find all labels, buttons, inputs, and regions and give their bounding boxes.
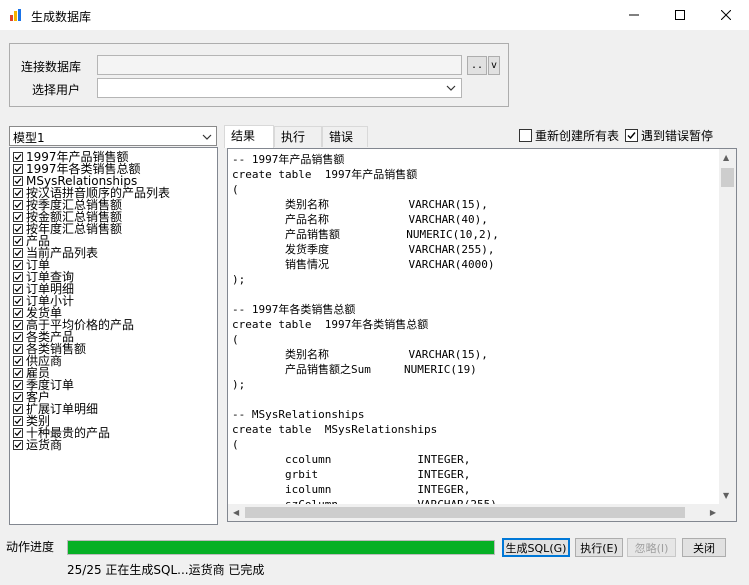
table-checkbox[interactable] xyxy=(13,260,23,270)
table-checkbox[interactable] xyxy=(13,188,23,198)
table-checkbox[interactable] xyxy=(13,356,23,366)
select-user-combo[interactable] xyxy=(97,78,462,98)
stop-on-error-label: 遇到错误暂停 xyxy=(641,129,714,143)
table-checkbox[interactable] xyxy=(13,416,23,426)
table-checkbox[interactable] xyxy=(13,164,23,174)
scroll-down-icon[interactable]: ▼ xyxy=(723,491,729,500)
checkmark-icon xyxy=(14,358,22,365)
vertical-scroll-thumb[interactable] xyxy=(721,168,734,187)
table-name-label: 运货商 xyxy=(26,438,63,452)
checkmark-icon xyxy=(14,334,22,341)
tab-result[interactable]: 结果 xyxy=(224,125,274,148)
table-checkbox[interactable] xyxy=(13,152,23,162)
checkmark-icon xyxy=(14,382,22,389)
close-icon[interactable] xyxy=(703,0,749,30)
checkmark-icon xyxy=(14,226,22,233)
checkmark-icon xyxy=(14,442,22,449)
model-select-value: 模型1 xyxy=(13,131,45,145)
checkmark-icon xyxy=(14,250,22,257)
sql-output-pane[interactable]: -- 1997年产品销售额 create table 1997年产品销售额 ( … xyxy=(227,148,737,522)
chevron-down-icon xyxy=(202,134,212,140)
bar-chart-app-icon xyxy=(9,8,23,22)
checkmark-icon xyxy=(14,394,22,401)
table-list-item[interactable]: 运货商 xyxy=(13,439,62,451)
checkmark-icon xyxy=(14,286,22,293)
connection-dropdown-button[interactable]: v xyxy=(488,56,500,75)
recreate-all-tables-checkbox[interactable] xyxy=(519,129,532,142)
table-checklist[interactable]: 1997年产品销售额 1997年各类销售总额 MSysRelationships 按汉… xyxy=(9,147,218,525)
checkmark-icon xyxy=(14,166,22,173)
checkmark-icon xyxy=(14,214,22,221)
table-checkbox[interactable] xyxy=(13,332,23,342)
recreate-all-tables-option[interactable]: 重新创建所有表 xyxy=(519,127,619,144)
ignore-button[interactable]: 忽略(I) xyxy=(627,538,676,557)
checkmark-icon xyxy=(14,190,22,197)
execute-button[interactable]: 执行(E) xyxy=(575,538,623,557)
table-checkbox[interactable] xyxy=(13,284,23,294)
checkmark-icon xyxy=(14,322,22,329)
connect-db-label: 连接数据库 xyxy=(21,60,82,74)
stop-on-error-option[interactable]: 遇到错误暂停 xyxy=(625,127,713,144)
table-checkbox[interactable] xyxy=(13,272,23,282)
tab-error[interactable]: 错误 xyxy=(322,126,368,147)
title-bar: 生成数据库 xyxy=(0,0,749,31)
table-checkbox[interactable] xyxy=(13,404,23,414)
checkmark-icon xyxy=(14,202,22,209)
scroll-up-icon[interactable]: ▲ xyxy=(723,153,729,162)
minimize-icon[interactable] xyxy=(611,0,657,30)
table-checkbox[interactable] xyxy=(13,440,23,450)
connect-db-field[interactable] xyxy=(97,55,462,75)
select-user-label: 选择用户 xyxy=(32,83,81,97)
maximize-icon[interactable] xyxy=(657,0,703,30)
tab-execute[interactable]: 执行 xyxy=(274,126,322,147)
checkmark-icon xyxy=(14,238,22,245)
vertical-scrollbar[interactable]: ▲ ▼ xyxy=(719,149,736,504)
progress-fill xyxy=(68,541,494,554)
table-checkbox[interactable] xyxy=(13,320,23,330)
table-checkbox[interactable] xyxy=(13,428,23,438)
checkmark-icon xyxy=(14,154,22,161)
window-title: 生成数据库 xyxy=(31,10,92,24)
checkmark-icon xyxy=(14,298,22,305)
table-checkbox[interactable] xyxy=(13,200,23,210)
browse-button[interactable]: .. xyxy=(467,56,487,75)
checkmark-icon xyxy=(14,406,22,413)
checkmark-icon xyxy=(14,310,22,317)
table-checkbox[interactable] xyxy=(13,308,23,318)
table-checkbox[interactable] xyxy=(13,368,23,378)
scroll-corner xyxy=(719,504,736,521)
checkmark-icon xyxy=(14,274,22,281)
sql-output-text: -- 1997年产品销售额 create table 1997年产品销售额 ( … xyxy=(232,153,504,511)
checkmark-icon xyxy=(627,132,636,140)
checkmark-icon xyxy=(14,418,22,425)
checkmark-icon xyxy=(14,178,22,185)
table-checkbox[interactable] xyxy=(13,176,23,186)
scroll-left-icon[interactable]: ◀ xyxy=(233,508,239,517)
table-checkbox[interactable] xyxy=(13,212,23,222)
progress-label: 动作进度 xyxy=(6,540,55,554)
close-button[interactable]: 关闭 xyxy=(682,538,726,557)
checkmark-icon xyxy=(14,370,22,377)
table-checkbox[interactable] xyxy=(13,224,23,234)
scroll-right-icon[interactable]: ▶ xyxy=(710,508,716,517)
checkmark-icon xyxy=(14,262,22,269)
status-text: 25/25 正在生成SQL...运货商 已完成 xyxy=(67,563,265,577)
table-checkbox[interactable] xyxy=(13,344,23,354)
table-checkbox[interactable] xyxy=(13,236,23,246)
table-checkbox[interactable] xyxy=(13,248,23,258)
table-checkbox[interactable] xyxy=(13,296,23,306)
table-checkbox[interactable] xyxy=(13,392,23,402)
stop-on-error-checkbox[interactable] xyxy=(625,129,638,142)
generate-sql-button[interactable]: 生成SQL(G) xyxy=(502,538,570,557)
model-select[interactable]: 模型1 xyxy=(9,126,217,146)
horizontal-scroll-thumb[interactable] xyxy=(245,507,685,518)
horizontal-scrollbar[interactable]: ◀ ▶ xyxy=(228,504,721,521)
checkmark-icon xyxy=(14,430,22,437)
progress-bar xyxy=(67,540,495,555)
recreate-all-tables-label: 重新创建所有表 xyxy=(535,129,620,143)
checkmark-icon xyxy=(14,346,22,353)
table-checkbox[interactable] xyxy=(13,380,23,390)
chevron-down-icon xyxy=(446,85,456,91)
